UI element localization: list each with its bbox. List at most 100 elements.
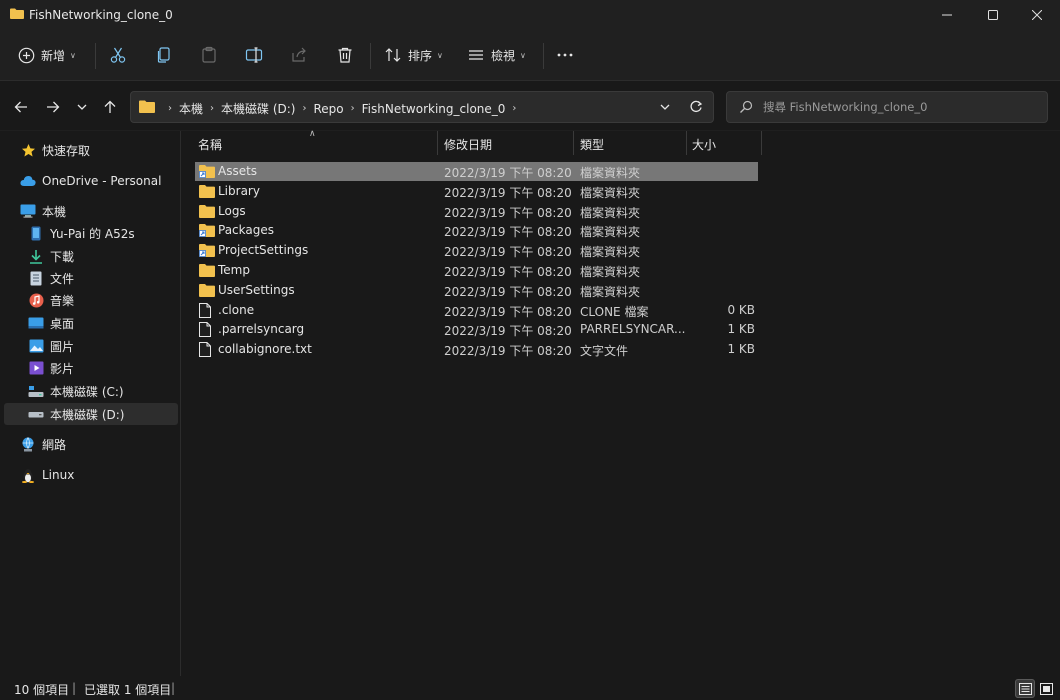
arrow-up-icon — [104, 100, 116, 113]
file-name: ProjectSettings — [218, 243, 309, 258]
chevron-down-icon — [77, 104, 87, 110]
table-row[interactable]: Logs 2022/3/19 下午 08:20 檔案資料夾 — [195, 202, 758, 221]
sidebar-item-downloads[interactable]: 下載 — [28, 245, 202, 267]
table-row[interactable]: ProjectSettings 2022/3/19 下午 08:20 檔案資料夾 — [195, 241, 758, 260]
sidebar-item-music[interactable]: 音樂 — [28, 289, 202, 311]
back-button[interactable] — [9, 95, 33, 119]
table-row[interactable]: .clone 2022/3/19 下午 08:20 CLONE 檔案 0 KB — [195, 301, 758, 320]
sidebar-item-label: 本機磁碟 (D:) — [50, 407, 125, 422]
paste-icon — [202, 46, 216, 63]
column-divider[interactable] — [686, 131, 687, 155]
details-view-button[interactable] — [1015, 679, 1035, 698]
search-box[interactable] — [726, 91, 1048, 123]
column-divider[interactable] — [761, 131, 762, 155]
share-button[interactable] — [290, 42, 308, 68]
minimize-button[interactable] — [924, 0, 970, 30]
delete-button[interactable] — [336, 42, 354, 68]
arrow-right-icon — [47, 101, 60, 113]
maximize-icon — [988, 10, 998, 20]
view-button[interactable]: 檢視 ∨ — [467, 42, 526, 68]
sidebar-item-documents[interactable]: 文件 — [28, 267, 202, 289]
toolbar-divider — [370, 43, 371, 69]
file-type: 檔案資料夾 — [580, 166, 641, 180]
sidebar-item-label: 音樂 — [50, 293, 75, 308]
sidebar-item-desktop[interactable]: 桌面 — [28, 312, 202, 334]
breadcrumb-item[interactable]: 本機磁碟 (D:) — [221, 100, 295, 117]
file-icon — [199, 302, 215, 318]
table-row[interactable]: collabignore.txt 2022/3/19 下午 08:20 文字文件 1 … — [195, 340, 758, 359]
folder-icon — [199, 283, 215, 297]
sort-button[interactable]: 排序 ∨ — [384, 42, 443, 68]
large-icons-view-button[interactable] — [1036, 679, 1056, 698]
up-button[interactable] — [98, 95, 122, 119]
file-name: .parrelsyncarg — [218, 322, 305, 337]
cut-button[interactable] — [109, 42, 127, 68]
rename-button[interactable] — [245, 42, 263, 68]
sidebar-item-drive-c[interactable]: 本機磁碟 (C:) — [28, 380, 202, 402]
refresh-button[interactable] — [689, 100, 703, 117]
drive-d-icon — [28, 406, 44, 422]
column-header-label: 名稱 — [198, 137, 223, 152]
sidebar-item-this-pc[interactable]: 本機 — [20, 200, 194, 222]
breadcrumb-item[interactable]: FishNetworking_clone_0 — [362, 102, 506, 116]
copy-button[interactable] — [155, 42, 173, 68]
chevron-down-icon: ∨ — [520, 50, 526, 60]
paste-button[interactable] — [200, 42, 218, 68]
sidebar-item-label: OneDrive - Personal — [42, 174, 162, 188]
column-header-size[interactable]: 大小 — [692, 131, 716, 157]
sidebar-item-drive-d[interactable]: 本機磁碟 (D:) — [4, 403, 178, 425]
address-history-button[interactable] — [659, 100, 671, 117]
maximize-button[interactable] — [970, 0, 1016, 30]
chevron-right-icon: › — [210, 103, 215, 114]
table-row[interactable]: .parrelsyncarg 2022/3/19 下午 08:20 PARRELSY… — [195, 320, 758, 339]
table-row[interactable]: Assets 2022/3/19 下午 08:20 檔案資料夾 — [195, 162, 758, 181]
file-modified: 2022/3/19 下午 08:20 — [444, 166, 572, 180]
file-modified: 2022/3/19 下午 08:20 — [444, 265, 572, 279]
computer-icon — [20, 203, 36, 219]
title-bar: FishNetworking_clone_0 — [0, 0, 1060, 30]
folder-shortcut-icon — [199, 223, 215, 238]
star-icon — [20, 142, 36, 158]
sidebar-item-onedrive[interactable]: OneDrive - Personal — [20, 170, 194, 192]
file-name: .clone — [218, 302, 255, 317]
table-row[interactable]: UserSettings 2022/3/19 下午 08:20 檔案資料夾 — [195, 281, 758, 300]
close-button[interactable] — [1014, 0, 1060, 30]
address-bar[interactable]: › 本機 › 本機磁碟 (D:) › Repo › FishNetworking… — [130, 91, 714, 123]
view-icon — [469, 50, 483, 60]
file-type: 檔案資料夾 — [580, 205, 641, 220]
table-row[interactable]: Packages 2022/3/19 下午 08:20 檔案資料夾 — [195, 221, 758, 240]
column-divider[interactable] — [437, 131, 438, 155]
minimize-icon — [942, 14, 952, 16]
recent-locations-button[interactable] — [70, 95, 94, 119]
file-name: Assets — [218, 164, 258, 178]
column-header-modified[interactable]: 修改日期 — [444, 131, 492, 157]
search-input[interactable] — [763, 98, 1039, 116]
file-type: 檔案資料夾 — [580, 265, 641, 279]
cut-icon — [110, 47, 126, 63]
column-header-type[interactable]: 類型 — [580, 131, 604, 157]
table-row[interactable]: Library 2022/3/19 下午 08:20 檔案資料夾 — [195, 182, 758, 201]
breadcrumb-item[interactable]: 本機 — [179, 100, 203, 117]
sidebar-item-videos[interactable]: 影片 — [28, 357, 202, 379]
sidebar-item-phone[interactable]: Yu-Pai 的 A52s — [28, 222, 202, 244]
table-row[interactable]: Temp 2022/3/19 下午 08:20 檔案資料夾 — [195, 261, 758, 280]
file-type: 檔案資料夾 — [580, 225, 641, 240]
sidebar-item-pictures[interactable]: 圖片 — [28, 335, 202, 357]
forward-button[interactable] — [41, 95, 65, 119]
breadcrumb-item[interactable]: Repo — [313, 102, 343, 116]
new-button[interactable]: 新增 ∨ — [18, 42, 76, 68]
folder-icon — [139, 100, 155, 113]
copy-icon — [157, 47, 170, 63]
file-name: Library — [218, 183, 260, 198]
network-icon — [20, 436, 36, 452]
column-divider[interactable] — [573, 131, 574, 155]
sidebar-item-quick-access[interactable]: 快速存取 — [20, 139, 194, 161]
sidebar-item-network[interactable]: 網路 — [20, 433, 194, 455]
more-button[interactable] — [556, 42, 574, 68]
item-count: 10 個項目 — [14, 683, 70, 697]
sidebar-item-linux[interactable]: Linux — [20, 464, 194, 486]
column-header-name[interactable]: 名稱 — [198, 131, 222, 157]
new-label: 新增 — [41, 48, 66, 63]
file-modified: 2022/3/19 下午 08:20 — [444, 245, 572, 260]
file-modified: 2022/3/19 下午 08:20 — [444, 304, 572, 319]
